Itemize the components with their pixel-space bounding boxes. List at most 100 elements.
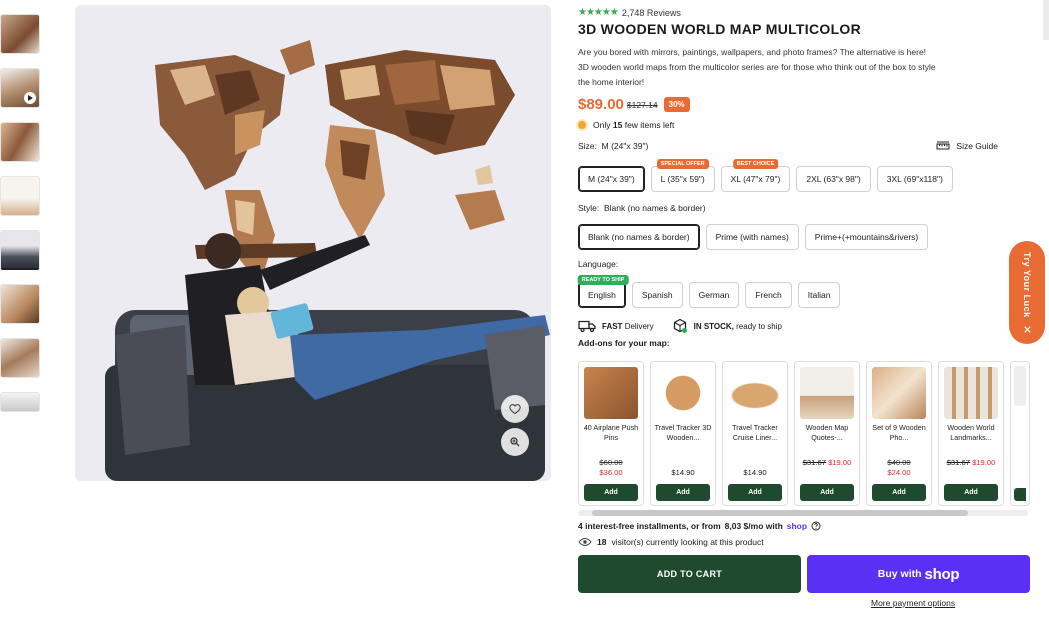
stock-count: 15 bbox=[612, 120, 623, 130]
thumbnail-video[interactable] bbox=[0, 68, 40, 108]
style-option-blank[interactable]: Blank (no names & border) bbox=[578, 224, 700, 250]
thumbnail-5-active[interactable] bbox=[0, 230, 40, 270]
size-option-label: XL (47"x 79") bbox=[730, 174, 781, 184]
buy-with-shop-button[interactable]: Buy with shop bbox=[807, 555, 1030, 593]
language-option-label: English bbox=[588, 290, 616, 300]
addon-card: Travel Tracker 3D Wooden... $14.90 Add bbox=[650, 361, 716, 506]
language-option-italian[interactable]: Italian bbox=[797, 282, 841, 308]
addons-carousel[interactable]: 40 Airplane Push Pins $60.00 $36.00 Add … bbox=[578, 361, 1033, 506]
addon-card: Wooden World Landmarks... $31.67 $19.00 … bbox=[938, 361, 1004, 506]
product-photo bbox=[75, 5, 551, 481]
stock-prefix: Only bbox=[593, 120, 611, 130]
addon-price: $24.00 bbox=[887, 467, 911, 477]
language-option-german[interactable]: German bbox=[688, 282, 740, 308]
wishlist-button[interactable] bbox=[501, 395, 529, 423]
language-option-french[interactable]: French bbox=[745, 282, 792, 308]
discount-badge: 30% bbox=[663, 97, 690, 112]
size-option-label: L (35"x 59") bbox=[660, 174, 705, 184]
rating-row[interactable]: ★★★★★ 2,748 Reviews bbox=[578, 7, 1038, 18]
size-option-3xl[interactable]: 3XL (69"x118") bbox=[876, 166, 953, 192]
addon-name: Wooden World Landmarks... bbox=[947, 423, 995, 443]
thumbnail-4[interactable] bbox=[0, 176, 40, 216]
review-count: 2,748 Reviews bbox=[621, 7, 681, 18]
style-option-prime-plus[interactable]: Prime+(+mountains&rivers) bbox=[804, 224, 929, 250]
addon-image-push-pins bbox=[584, 367, 638, 420]
fast-delivery: FAST Delivery bbox=[578, 319, 654, 333]
add-button[interactable]: Add bbox=[584, 483, 638, 501]
rating-stars: ★★★★★ bbox=[578, 7, 619, 18]
size-option-label: M (24"x 39") bbox=[588, 174, 635, 184]
installments-info: 4 interest-free installments, or from 8,… bbox=[578, 521, 1038, 531]
addon-card-partial bbox=[1010, 361, 1030, 506]
addons-title: Add-ons for your map: bbox=[578, 338, 670, 348]
add-to-cart-button[interactable]: ADD TO CART bbox=[578, 555, 801, 593]
size-option-xl[interactable]: BEST CHOICE XL (47"x 79") bbox=[720, 159, 791, 192]
help-icon[interactable] bbox=[811, 521, 821, 531]
addon-old-price: $40.00 bbox=[887, 458, 911, 468]
language-option-label: German bbox=[698, 290, 730, 300]
addon-card: Set of 9 Wooden Pho... $40.00 $24.00 Add bbox=[866, 361, 932, 506]
thumbnail-7[interactable] bbox=[0, 338, 40, 378]
addon-price: $19.00 bbox=[972, 458, 996, 468]
add-button[interactable]: Add bbox=[728, 483, 782, 501]
style-option-label: Blank (no names & border) bbox=[588, 232, 690, 242]
thumbnail-1[interactable] bbox=[0, 14, 40, 54]
truck-icon bbox=[578, 320, 596, 333]
addon-image-cruise-tracker bbox=[728, 367, 782, 420]
language-option-spanish[interactable]: Spanish bbox=[631, 282, 683, 308]
add-button[interactable]: Add bbox=[800, 483, 854, 501]
original-price: $127.14 bbox=[626, 99, 658, 110]
visitor-count: 18 bbox=[597, 537, 607, 547]
addons-scrollbar-thumb[interactable] bbox=[592, 510, 968, 516]
language-option-english[interactable]: READY TO SHIP English bbox=[577, 275, 629, 308]
thumbnail-3[interactable] bbox=[0, 122, 40, 162]
addon-card: 40 Airplane Push Pins $60.00 $36.00 Add bbox=[578, 361, 644, 506]
delivery-text: Delivery bbox=[624, 321, 654, 331]
thumbnail-6[interactable] bbox=[0, 284, 40, 324]
in-stock: IN STOCK, ready to ship bbox=[672, 318, 782, 334]
stock-dot-icon bbox=[578, 121, 586, 129]
addon-image-photo-frames bbox=[872, 367, 926, 420]
style-selected-value: Blank (no names & border) bbox=[604, 203, 706, 213]
addon-old-price: $60.00 bbox=[599, 458, 623, 468]
visitor-text: visitor(s) currently looking at this pro… bbox=[611, 537, 764, 547]
add-button-partial[interactable] bbox=[1014, 487, 1026, 501]
size-guide-link[interactable]: Size Guide bbox=[936, 141, 998, 151]
addon-price: $36.00 bbox=[599, 467, 623, 477]
stock-indicator: Only 15 few items left bbox=[578, 120, 1038, 130]
addon-image-airplane-tracker bbox=[656, 367, 710, 420]
add-button[interactable]: Add bbox=[872, 483, 926, 501]
try-your-luck-widget[interactable]: Try Your Luck bbox=[1009, 241, 1045, 344]
add-button[interactable]: Add bbox=[944, 483, 998, 501]
zoom-button[interactable] bbox=[501, 428, 529, 456]
delivery-bold: FAST bbox=[602, 321, 623, 331]
size-header: Size: M (24"x 39") Size Guide bbox=[578, 141, 1038, 151]
size-option-2xl[interactable]: 2XL (63"x 98") bbox=[796, 166, 871, 192]
size-option-label: 3XL (69"x118") bbox=[886, 174, 943, 184]
addons-scrollbar[interactable] bbox=[578, 510, 1028, 516]
add-button[interactable]: Add bbox=[656, 483, 710, 501]
style-option-prime[interactable]: Prime (with names) bbox=[705, 224, 799, 250]
addon-card: Wooden Map Quotes-... $31.67 $19.00 Add bbox=[794, 361, 860, 506]
stock-bold: IN STOCK, bbox=[693, 321, 734, 331]
size-option-l[interactable]: SPECIAL OFFER L (35"x 59") bbox=[650, 159, 715, 192]
price-row: $89.00 $127.14 30% bbox=[578, 96, 1038, 113]
main-product-image[interactable] bbox=[75, 5, 551, 481]
addon-old-price: $31.67 bbox=[802, 458, 826, 468]
eye-icon bbox=[578, 537, 592, 547]
size-selected-value: M (24"x 39") bbox=[601, 141, 649, 151]
stock-suffix: few items left bbox=[624, 120, 675, 130]
size-guide-label: Size Guide bbox=[956, 141, 998, 151]
purchase-buttons: ADD TO CART Buy with shop bbox=[578, 555, 1038, 593]
addon-name: 40 Airplane Push Pins bbox=[583, 423, 639, 443]
language-label: Language: bbox=[578, 259, 619, 269]
size-option-m[interactable]: M (24"x 39") bbox=[578, 166, 645, 192]
addon-name: Wooden Map Quotes-... bbox=[805, 423, 849, 443]
more-payment-options-link[interactable]: More payment options bbox=[871, 598, 1038, 608]
thumbnail-8[interactable] bbox=[0, 392, 40, 412]
shop-pay-link[interactable]: shop bbox=[787, 521, 807, 531]
page-scrollbar[interactable] bbox=[1043, 0, 1049, 40]
addon-image-map-quotes bbox=[800, 367, 854, 420]
product-title: 3D WOODEN WORLD MAP MULTICOLOR bbox=[578, 21, 862, 37]
close-icon[interactable] bbox=[1023, 326, 1031, 333]
